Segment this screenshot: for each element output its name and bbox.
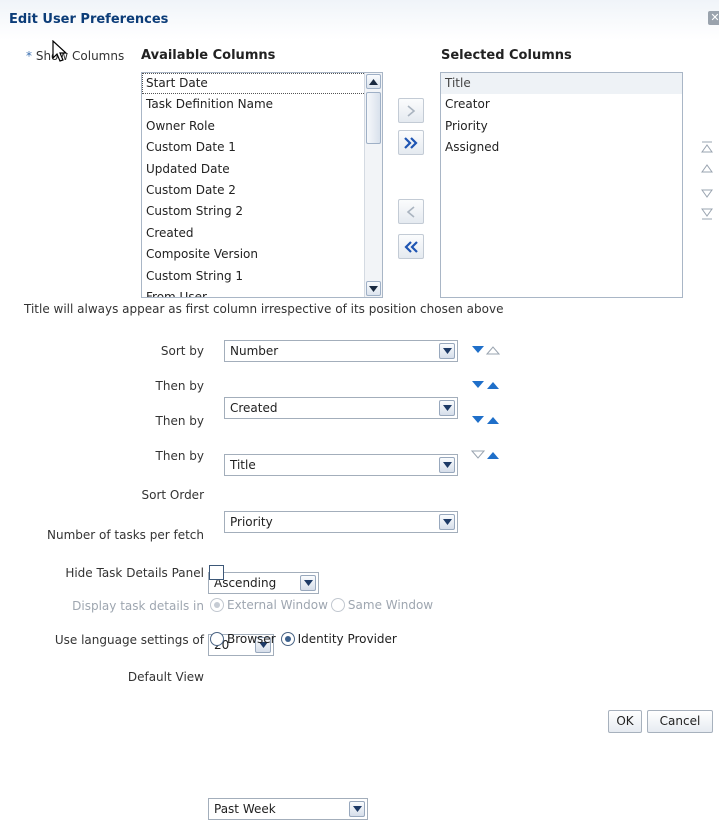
available-column-item[interactable]: Owner Role <box>142 116 382 137</box>
language-label: Use language settings of <box>54 633 204 647</box>
selected-column-item[interactable]: Title <box>441 73 682 95</box>
browser-label: Browser <box>227 632 276 646</box>
language-options: Browser Identity Provider <box>210 632 397 646</box>
display-details-label: Display task details in <box>72 599 204 613</box>
same-window-label: Same Window <box>347 598 434 612</box>
mouse-cursor-icon <box>52 40 68 62</box>
dialog-title: Edit User Preferences <box>9 12 169 27</box>
sort-by-select[interactable]: Number <box>224 340 458 362</box>
selected-column-item[interactable]: Assigned <box>441 137 682 158</box>
external-window-radio[interactable] <box>210 598 224 612</box>
sort-descending-icon[interactable] <box>471 380 485 390</box>
scroll-thumb[interactable] <box>366 92 381 144</box>
hide-details-checkbox[interactable] <box>209 565 224 580</box>
sort-by-value: Number <box>230 344 279 358</box>
hide-details-label: Hide Task Details Panel <box>65 566 204 580</box>
chevron-down-icon <box>439 343 455 359</box>
identity-provider-label: Identity Provider <box>297 632 397 646</box>
selected-columns-list[interactable]: Title Creator Priority Assigned <box>440 72 683 298</box>
sort-descending-icon[interactable] <box>471 415 485 425</box>
selected-column-item[interactable]: Creator <box>441 94 682 115</box>
available-columns-list[interactable]: Start Date Task Definition Name Owner Role… <box>141 72 383 298</box>
then-by-select-2[interactable]: Title <box>224 454 458 476</box>
chevron-down-icon <box>349 801 365 817</box>
move-down-icon[interactable] <box>701 189 713 199</box>
move-to-bottom-icon[interactable] <box>701 208 713 220</box>
sort-descending-icon[interactable] <box>471 450 485 460</box>
double-chevron-left-icon <box>404 240 418 253</box>
external-window-label: External Window <box>227 598 328 612</box>
sort-ascending-icon[interactable] <box>486 380 500 390</box>
then-by-label-1: Then by <box>155 379 204 393</box>
chevron-right-icon <box>407 104 416 117</box>
then-by-label-3: Then by <box>155 449 204 463</box>
move-right-button[interactable] <box>398 98 424 123</box>
selected-columns-header: Selected Columns <box>441 48 572 63</box>
available-column-item[interactable]: Custom String 1 <box>142 266 382 287</box>
available-column-item[interactable]: Updated Date <box>142 159 382 180</box>
close-icon[interactable]: ✕ <box>708 11 719 25</box>
chevron-down-icon <box>439 514 455 530</box>
ok-button[interactable]: OK <box>608 710 642 733</box>
scroll-up-button[interactable] <box>366 74 381 89</box>
available-column-item[interactable]: Task Definition Name <box>142 94 382 115</box>
then-by-value-2: Title <box>230 458 256 472</box>
then-by-select-3[interactable]: Priority <box>224 511 458 533</box>
show-columns-text: Show Columns <box>35 49 125 63</box>
then-by-value-3: Priority <box>230 515 273 529</box>
available-list-scrollbar[interactable] <box>364 73 382 297</box>
available-column-item[interactable]: Start Date <box>142 73 382 95</box>
double-chevron-right-icon <box>404 136 418 149</box>
sort-ascending-icon[interactable] <box>486 345 500 355</box>
available-column-item[interactable]: Custom Date 1 <box>142 137 382 158</box>
browser-radio[interactable] <box>210 632 224 646</box>
available-column-item[interactable]: From User <box>142 287 382 297</box>
move-up-icon[interactable] <box>701 163 713 173</box>
display-details-options: External Window Same Window <box>210 598 433 612</box>
sort-by-label: Sort by <box>160 344 204 358</box>
available-column-item[interactable]: Composite Version <box>142 244 382 265</box>
sort-ascending-icon[interactable] <box>486 450 500 460</box>
title-column-note: Title will always appear as first column… <box>24 302 504 316</box>
then-by-select-1[interactable]: Created <box>224 397 458 419</box>
then-by-value-1: Created <box>230 401 278 415</box>
selected-column-item[interactable]: Priority <box>441 116 682 137</box>
move-left-button[interactable] <box>398 199 424 224</box>
then-by-label-2: Then by <box>155 414 204 428</box>
default-view-label: Default View <box>127 670 204 684</box>
edit-preferences-dialog: Edit User Preferences ✕ * Show Columns A… <box>0 0 719 820</box>
available-column-item[interactable]: Custom String 2 <box>142 201 382 222</box>
chevron-down-icon <box>439 457 455 473</box>
available-column-item[interactable]: Custom Date 2 <box>142 180 382 201</box>
available-column-item[interactable]: Created <box>142 223 382 244</box>
sort-ascending-icon[interactable] <box>486 415 500 425</box>
move-all-right-button[interactable] <box>398 130 424 155</box>
show-columns-label: * Show Columns <box>26 49 124 63</box>
move-all-left-button[interactable] <box>398 234 424 259</box>
tasks-per-fetch-label: Number of tasks per fetch <box>47 528 204 542</box>
same-window-radio[interactable] <box>330 598 345 612</box>
sort-descending-icon[interactable] <box>471 345 485 355</box>
available-columns-header: Available Columns <box>141 48 276 63</box>
chevron-down-icon <box>300 575 316 591</box>
default-view-select[interactable]: Past Week <box>208 798 368 820</box>
chevron-left-icon <box>406 205 415 218</box>
chevron-down-icon <box>439 400 455 416</box>
identity-provider-radio[interactable] <box>280 632 295 646</box>
scroll-down-button[interactable] <box>366 281 381 296</box>
default-view-value: Past Week <box>214 802 276 816</box>
sort-order-label: Sort Order <box>141 488 204 502</box>
required-marker: * <box>26 49 32 63</box>
cancel-button[interactable]: Cancel <box>647 710 713 733</box>
sort-order-select[interactable]: Ascending <box>208 572 319 594</box>
move-to-top-icon[interactable] <box>701 141 713 153</box>
